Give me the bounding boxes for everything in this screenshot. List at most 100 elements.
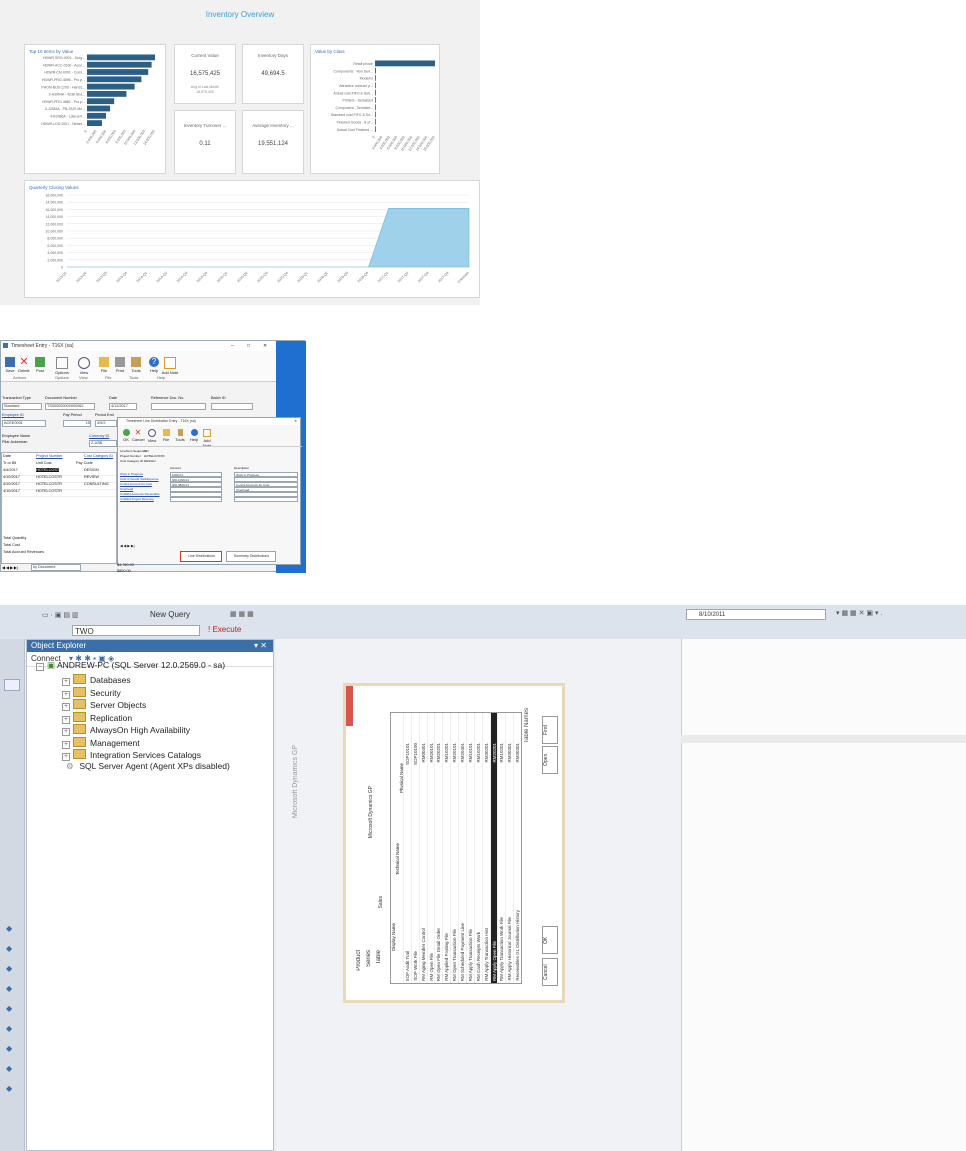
col-project-number[interactable]: Project Number [36,454,62,458]
ssms-window[interactable]: ▭ · ▣ ▤ ▥ New Query ▦ ▦ ▦ TWO ! Execute … [0,605,966,1151]
dist-file-button[interactable]: File [160,427,172,442]
timesheet-row[interactable]: 4/10/2017 HOTELCOSTR [2,489,116,497]
tree-node[interactable]: + Databases [62,674,131,686]
avg-inventory-card[interactable]: Average Inventory ... 19,551,124 [242,110,304,174]
table-names-grid[interactable]: Display Name Technical Name Physical Name S… [390,712,522,984]
toolbar-icons-3[interactable]: ▾ ▦ ▦ ✕ ▣ ▾ . [836,609,882,617]
view-button[interactable]: View [75,355,93,375]
quarterly-y-tick: 8,000,000 [47,237,63,241]
product-value[interactable]: Microsoft Dynamics GP [368,786,374,838]
col-cost-category[interactable]: Cost Category ID [84,454,113,458]
toolbox-icons[interactable]: ◆ ◆ ◆ ◆ ◆ ◆ ◆ ◆ ◆ [6,919,12,1099]
dist-tools-button[interactable]: Tools [174,427,186,442]
collapse-icon[interactable]: − [36,663,44,671]
top10-bar [87,98,115,105]
reference-doc-field[interactable] [151,403,206,410]
dist-cancel-button[interactable]: ✕ Cancel [132,427,144,443]
grid-column-header[interactable]: Technical Name [395,843,400,875]
post-button[interactable]: Post [31,355,49,373]
cancel-button[interactable]: Cancel [542,958,558,986]
dist-account-field[interactable] [170,497,222,502]
line-distributions-button[interactable]: Line Distributions [180,551,222,562]
sql-agent-node[interactable]: ⚙ SQL Server Agent (Agent XPs disabled) [66,761,230,772]
expand-icon[interactable]: + [62,678,70,686]
period-end-field[interactable]: 4/9/2 [95,420,117,427]
toolbar-icons[interactable]: ▭ · ▣ ▤ ▥ [42,611,79,619]
dist-account-link[interactable]: Unbilled Accounts Receivable [120,492,160,496]
line-distribution-window[interactable]: Timesheet Line Distribution Entry - T16X… [117,417,302,565]
inventory-days-card[interactable]: Inventory Days 49,694.5 [242,44,304,104]
expand-icon[interactable]: + [62,715,70,724]
currency-id-link[interactable]: Currency ID [89,434,109,438]
add-note-button[interactable]: Add Note [161,355,179,375]
pin-icon[interactable]: ▾ ✕ [254,640,267,652]
current-value-card[interactable]: Current Value 16,575,425 Avg of Last Mon… [174,44,236,104]
batch-id-field[interactable] [211,403,253,410]
pay-period-field[interactable]: 15 [63,420,91,427]
dist-ok-button[interactable]: OK [120,427,132,442]
toolbar-icons-2[interactable]: ▦ ▦ ▦ [230,610,254,618]
series-value[interactable]: Sales [378,896,384,909]
options-button[interactable]: Options [53,355,71,375]
sort-by-select[interactable]: by Document [31,564,81,571]
tools-button[interactable]: Tools [127,355,145,373]
expand-icon[interactable]: + [62,753,70,761]
dist-tools-icon [177,429,183,436]
expand-icon[interactable]: + [62,728,70,736]
table-names-dialog[interactable]: Table Names Product Series Table Microso… [343,683,565,1003]
expand-icon[interactable]: + [62,690,70,699]
ok-button[interactable]: OK [542,926,558,954]
maximize-icon[interactable]: □ [247,341,250,351]
document-number-field[interactable]: TS000000000000062 [45,403,95,410]
server-node[interactable]: − ▣ ANDREW-PC (SQL Server 12.0.2569.0 - s… [36,660,225,671]
tree-node[interactable]: + Server Objects [62,699,146,711]
dist-account-link[interactable]: Contra Account for Cost [120,482,152,486]
execute-button[interactable]: ! Execute [208,625,241,634]
date-field[interactable]: 4/12/2017 [109,403,137,410]
open-button[interactable]: Open [542,746,558,774]
dist-view-button[interactable]: View [146,427,158,443]
summary-distributions-button[interactable]: Summary Distributions [226,551,276,562]
right-pane[interactable] [681,639,966,1151]
grid-column-header[interactable]: Display Name [391,923,396,951]
dist-account-link[interactable]: Overhead [120,487,133,491]
currency-id-field[interactable]: Z-US$ [89,440,117,447]
grid-cell-physical-name: RM20201 [491,743,497,763]
quarterly-card[interactable]: Quarterly Closing Values 16,000,000 14,00… [24,180,480,298]
toolbox-item[interactable] [4,679,20,691]
dist-info-label-1: Project Number [120,454,141,458]
turnover-card[interactable]: Inventory Turnover ... 0.11 [174,110,236,174]
top10-label: HDWR-ACC-0100 - Acce... [43,63,85,67]
record-nav[interactable]: ◀ ◀ ▶ ▶| [2,565,18,570]
minimize-icon[interactable]: – [231,341,234,351]
right-toolbar-select[interactable]: 8/10/2011 [686,609,826,620]
find-button[interactable]: Find [542,716,558,744]
dist-close-icon[interactable]: ✕ [294,418,297,425]
expand-icon[interactable]: + [62,740,70,749]
dist-account-link[interactable]: Work in Progress [120,472,143,476]
dist-help-button[interactable]: Help [188,427,200,442]
new-query-button[interactable]: New Query [150,610,190,619]
dialog-close-icon[interactable] [346,686,353,726]
tree-node[interactable]: + AlwaysOn High Availability [62,724,190,736]
dist-account-link[interactable]: Unbilled Project Revenue [120,497,154,501]
dist-add-note-button[interactable]: Add Note [200,427,214,448]
value-by-class-card[interactable]: Value by Class Retail phone Components - … [310,44,440,174]
tree-node[interactable]: + Security [62,686,121,699]
grid-row[interactable]: Receivables GL Distribution History RM303… [513,713,522,983]
dist-nav[interactable]: ◀ ◀ ▶ ▶| [120,544,135,548]
tree-node[interactable]: + Management [62,736,140,749]
timesheet-grid[interactable]: Date Project Number Cost Category ID Tr … [1,452,117,564]
tree-node[interactable]: + Replication [62,711,132,724]
database-select[interactable]: TWO [72,625,200,636]
close-icon[interactable]: ✕ [263,341,267,351]
quarterly-x-tick: 2016-Q4 [357,271,369,283]
employee-id-field[interactable]: ACEE0001 [2,420,46,427]
transaction-type-select[interactable]: Standard [2,403,42,410]
tree-node[interactable]: + Integration Services Catalogs [62,749,201,761]
expand-icon[interactable]: + [62,703,70,711]
dist-account-link[interactable]: Cost of Goods Sold/Expense [120,477,159,481]
timesheet-window[interactable]: Timesheet Entry - T16X (sa) – □ ✕ Save ✕… [0,340,306,573]
top10-card[interactable]: Top 10 Items by Value HDWR-SRG-0001 - Su… [24,44,166,174]
employee-id-link[interactable]: Employee ID [2,413,24,417]
